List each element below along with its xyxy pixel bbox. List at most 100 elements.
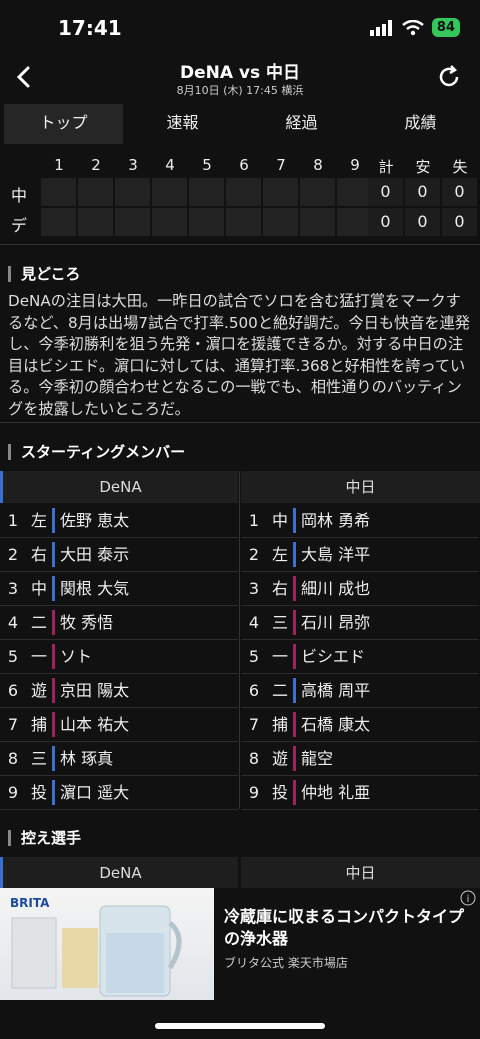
handedness-bar [52, 542, 55, 567]
inning-score-cell [263, 178, 298, 206]
lineup-row[interactable]: 7 捕山本 祐大 [0, 708, 238, 741]
total-cell: 0 [368, 208, 403, 236]
player-name: 大島 洋平 [301, 545, 371, 564]
batting-order: 8 [7, 749, 19, 768]
position: 一 [30, 647, 47, 666]
lineup-row[interactable]: 3 中関根 大気 [0, 572, 238, 605]
player-name: 岡林 勇希 [301, 511, 371, 530]
lineup-row[interactable]: 7 捕石橋 康太 [241, 708, 479, 741]
batting-order: 3 [248, 579, 260, 598]
inning-header: 4 [165, 156, 175, 174]
inning-score-cell [300, 208, 335, 236]
handedness-bar [293, 508, 296, 533]
lineup-row[interactable]: 1 中岡林 勇希 [241, 504, 479, 537]
refresh-icon[interactable] [436, 64, 462, 90]
position: 右 [271, 579, 288, 598]
lineup-row[interactable]: 3 右細川 成也 [241, 572, 479, 605]
total-cell: 0 [442, 208, 477, 236]
position: 左 [30, 511, 47, 530]
position: 左 [271, 545, 288, 564]
lineup-header-dena: DeNA [0, 471, 238, 503]
section-title-midokoro: 見どころ [8, 266, 81, 282]
tab-progress[interactable]: 経過 [242, 104, 361, 144]
handedness-bar [52, 644, 55, 669]
ad-info-icon[interactable]: i [460, 890, 476, 906]
lineup-row[interactable]: 1 左佐野 恵太 [0, 504, 238, 537]
batting-order: 6 [248, 681, 260, 700]
position: 中 [271, 511, 288, 530]
player-name: 関根 大気 [60, 579, 130, 598]
position: 三 [30, 749, 47, 768]
lineup-row[interactable]: 9 投仲地 礼亜 [241, 776, 479, 809]
totals-header: 失 [452, 158, 468, 176]
inning-score-cell [226, 208, 261, 236]
batting-order: 9 [248, 783, 260, 802]
totals-header: 計 [378, 158, 394, 176]
player-name: 濵口 遥大 [60, 783, 130, 802]
batting-order: 2 [248, 545, 260, 564]
batting-order: 7 [248, 715, 260, 734]
inning-score-cell [115, 208, 150, 236]
handedness-bar [52, 780, 55, 805]
position: 投 [271, 783, 288, 802]
clock: 17:41 [58, 16, 122, 40]
inning-score-cell [41, 208, 76, 236]
player-name: 林 琢真 [60, 749, 114, 768]
handedness-bar [52, 576, 55, 601]
batting-order: 2 [7, 545, 19, 564]
inning-header: 2 [91, 156, 101, 174]
inning-score-cell [152, 178, 187, 206]
tab-stats[interactable]: 成績 [361, 104, 480, 144]
lineup-row[interactable]: 5 一ビシエド [241, 640, 479, 673]
signal-icon [369, 19, 392, 36]
battery-icon: 84 [431, 18, 460, 37]
page-title: DeNA vs 中日 [179, 63, 301, 83]
ad-source: ブリタ公式 楽天市場店 [224, 956, 348, 970]
handedness-bar [52, 610, 55, 635]
lineup-row[interactable]: 8 遊龍空 [241, 742, 479, 775]
svg-text:i: i [467, 894, 470, 905]
total-cell: 0 [368, 178, 403, 206]
lineup-row[interactable]: 2 右大田 泰示 [0, 538, 238, 571]
total-cell: 0 [442, 178, 477, 206]
home-indicator[interactable] [155, 1023, 325, 1029]
tab-top[interactable]: トップ [4, 104, 123, 144]
lineup-row[interactable]: 6 二高橋 周平 [241, 674, 479, 707]
team-abbr: デ [10, 216, 27, 235]
batting-order: 8 [248, 749, 260, 768]
tab-bar: トップ 速報 経過 成績 [0, 104, 480, 144]
handedness-bar [293, 576, 296, 601]
batting-order: 5 [7, 647, 19, 666]
game-datetime: 8月10日 (木) 17:45 横浜 [176, 84, 304, 97]
player-name: 龍空 [301, 749, 334, 768]
lineup-row[interactable]: 5 一ソト [0, 640, 238, 673]
section-title-starting: スターティングメンバー [8, 444, 185, 460]
lineup-row[interactable]: 4 三石川 昂弥 [241, 606, 479, 639]
lineup-row[interactable]: 8三林 琢真 [0, 742, 238, 775]
inning-header: 3 [128, 156, 138, 174]
lineup-row[interactable]: 2 左大島 洋平 [241, 538, 479, 571]
total-cell: 0 [405, 208, 440, 236]
row-divider [241, 809, 479, 810]
lineup-row[interactable]: 9 投濵口 遥大 [0, 776, 238, 809]
batting-order: 7 [7, 715, 19, 734]
inning-header: 6 [239, 156, 249, 174]
batting-order: 9 [7, 783, 19, 802]
position: 遊 [271, 749, 288, 768]
player-name: 京田 陽太 [60, 681, 130, 700]
team-abbr: 中 [10, 186, 27, 205]
ad-image[interactable]: BRITA [0, 888, 214, 1000]
batting-order: 5 [248, 647, 260, 666]
handedness-bar [293, 780, 296, 805]
position: 捕 [271, 715, 288, 734]
batting-order: 6 [7, 681, 19, 700]
tab-live[interactable]: 速報 [123, 104, 242, 144]
total-cell: 0 [405, 178, 440, 206]
ad-banner[interactable]: BRITA 冷蔵庫に収まるコンパクトタイプの浄水器 ブリタ公式 楽天市場店 i [0, 888, 480, 1000]
ad-headline[interactable]: 冷蔵庫に収まるコンパクトタイプの浄水器 [224, 906, 464, 950]
inning-score-cell [337, 208, 372, 236]
lineup-row[interactable]: 4二牧 秀悟 [0, 606, 238, 639]
player-name: 石橋 康太 [301, 715, 371, 734]
batting-order: 1 [248, 511, 260, 530]
lineup-row[interactable]: 6 遊京田 陽太 [0, 674, 238, 707]
